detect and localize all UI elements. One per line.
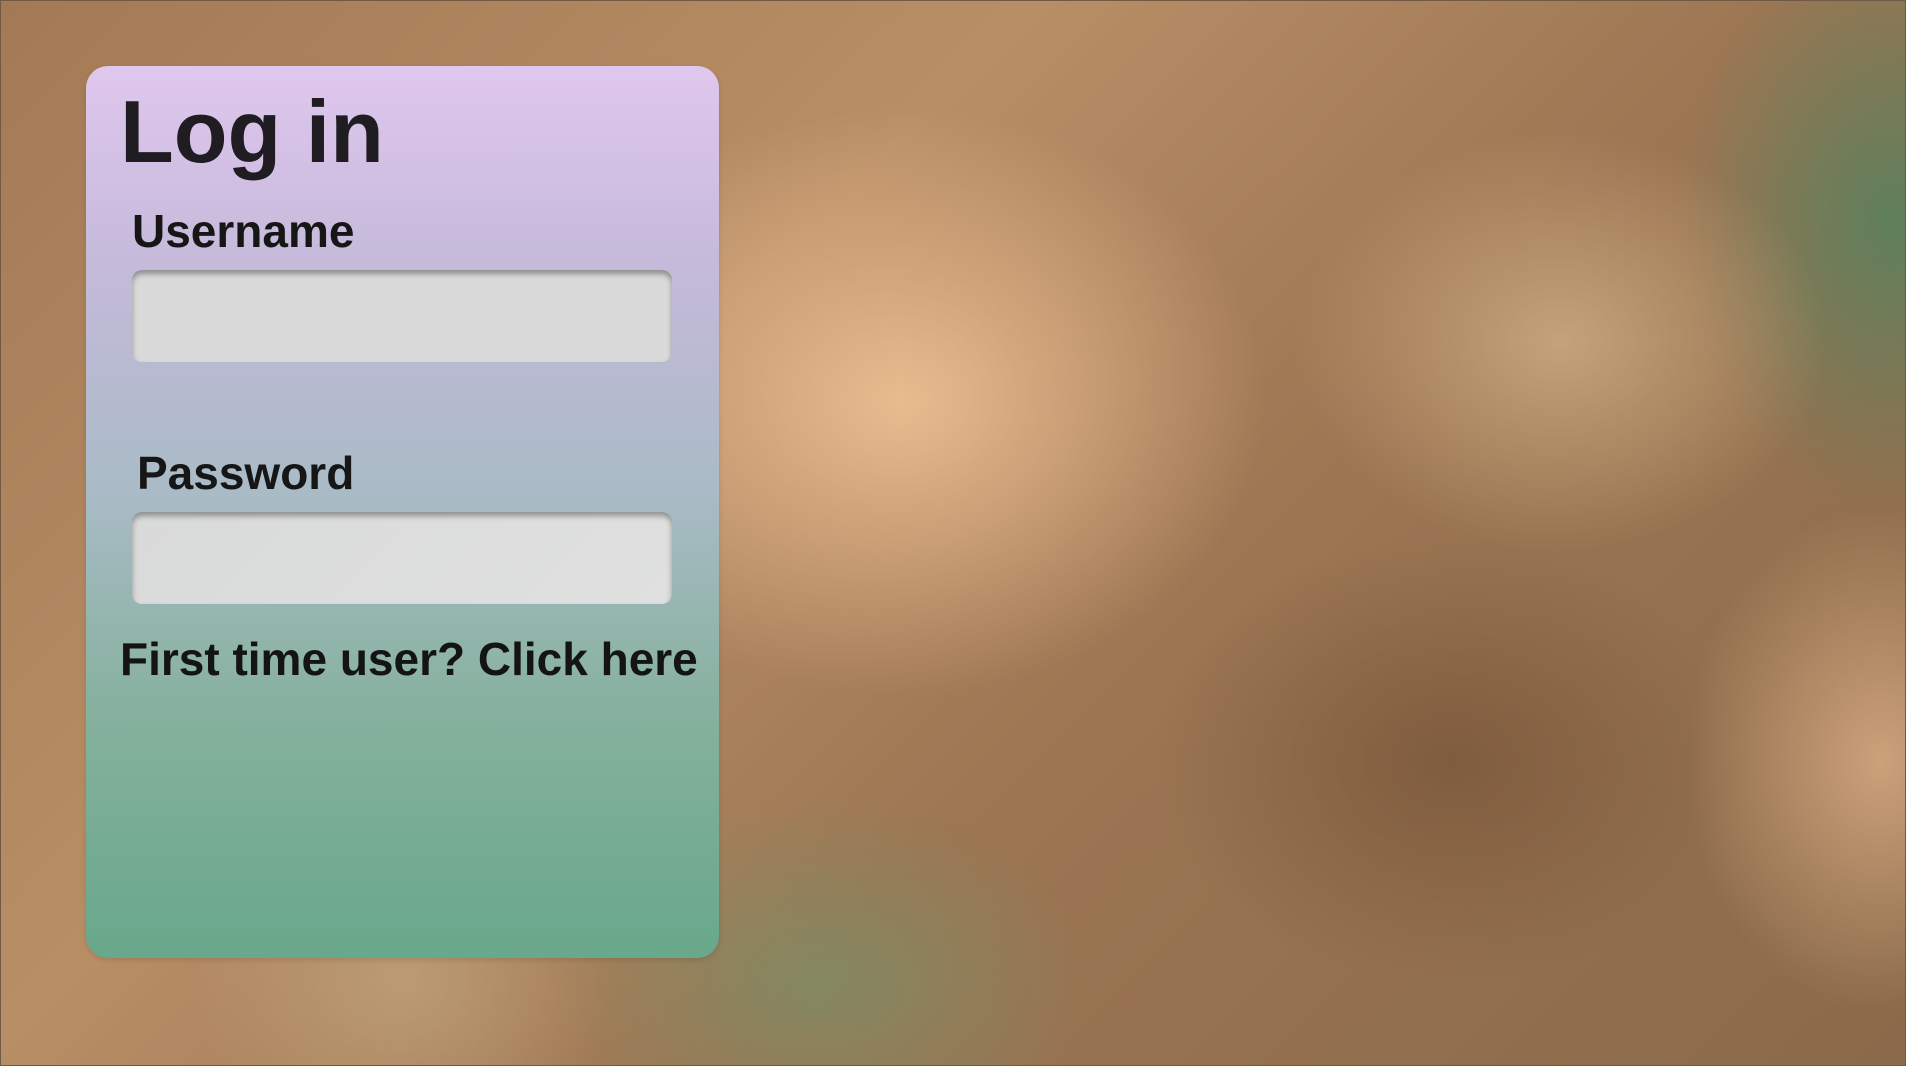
password-input[interactable] [132, 512, 672, 604]
page-title: Log in [120, 82, 384, 181]
username-label: Username [132, 205, 355, 257]
first-time-user-link[interactable]: First time user? Click here [120, 634, 698, 685]
username-input[interactable] [132, 270, 672, 362]
login-card: Log in Username Password First time user… [86, 66, 719, 958]
password-label: Password [137, 447, 355, 499]
